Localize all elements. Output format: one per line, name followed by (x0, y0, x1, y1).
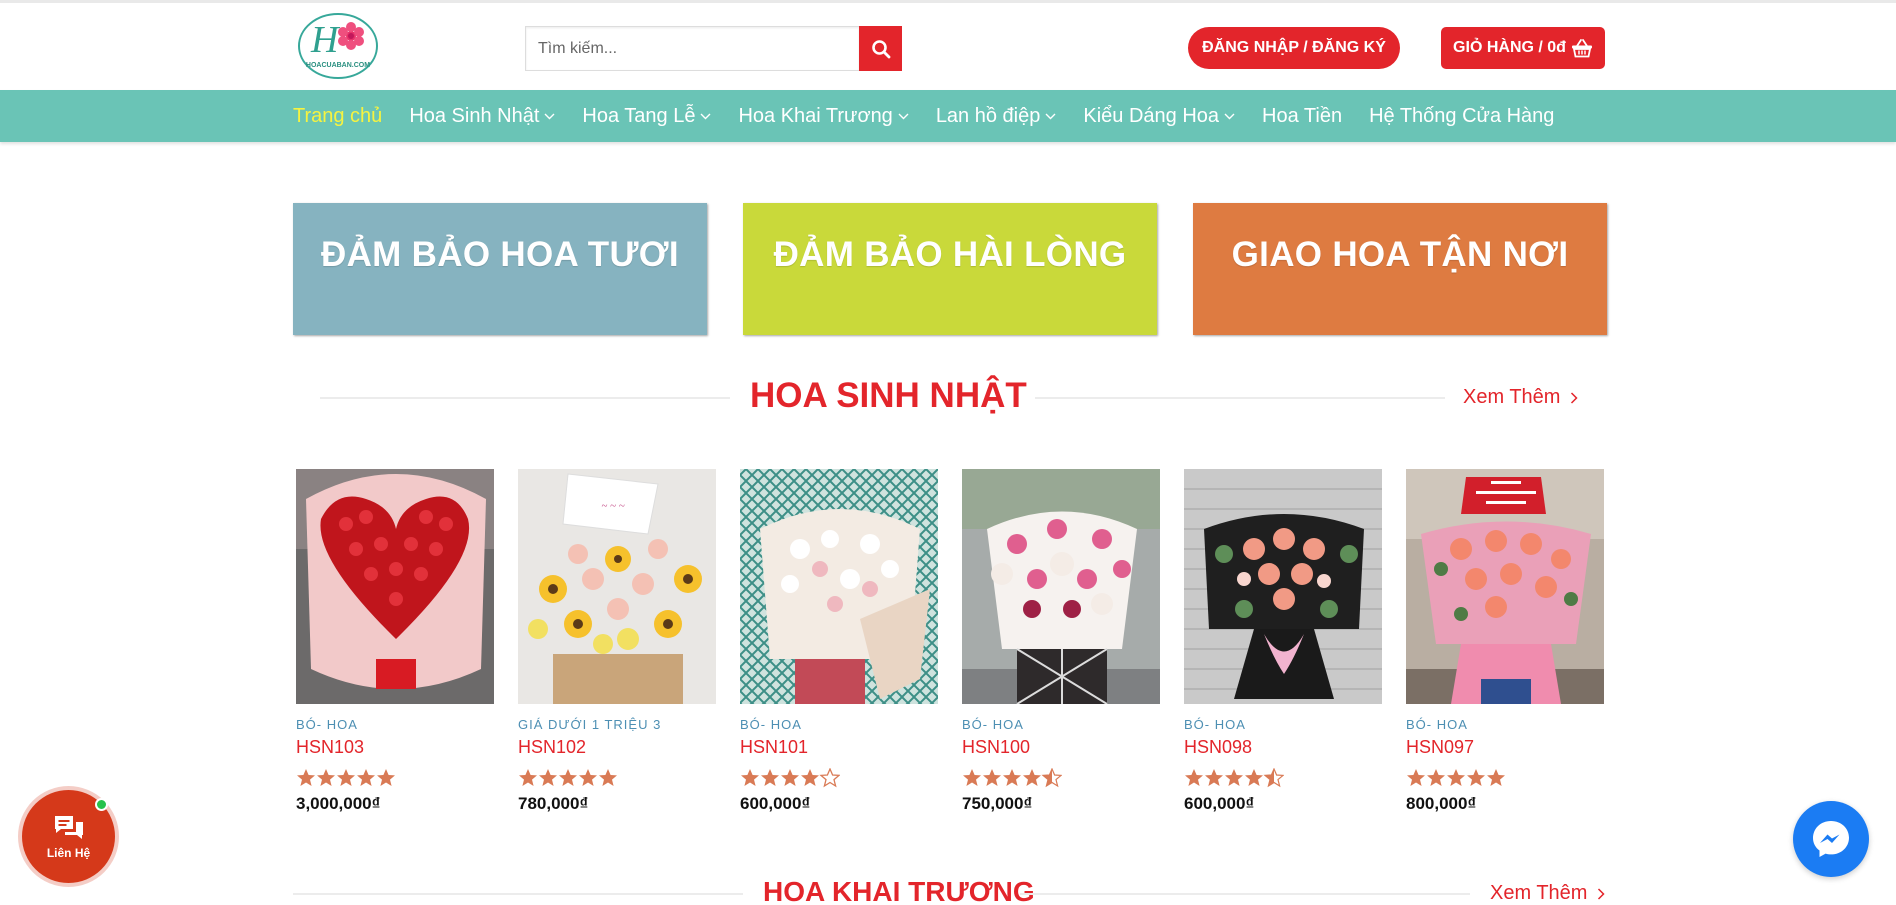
banner-satisfaction[interactable]: ĐẢM BẢO HÀI LÒNG (743, 203, 1157, 335)
product-card[interactable]: BÓ- HOA HSN103 3,000,000₫ (296, 469, 494, 814)
nav-item-orchids[interactable]: Lan hồ điệp (936, 105, 1057, 128)
search-input[interactable] (525, 26, 859, 71)
chevron-down-icon (898, 113, 909, 119)
messenger-icon (1813, 821, 1849, 857)
online-status-dot (95, 798, 108, 811)
product-name[interactable]: HSN101 (740, 737, 938, 758)
rating-stars (296, 768, 494, 790)
see-more-birthday-link[interactable]: Xem Thêm (1463, 386, 1579, 409)
product-price: 3,000,000₫ (296, 794, 381, 813)
product-image[interactable] (740, 469, 938, 704)
product-price: 780,000₫ (518, 794, 589, 813)
product-card[interactable]: ~ ~ ~ GIÁ DƯỚI 1 TRIỆU 3 HSN102 780,000₫ (518, 469, 716, 814)
chevron-right-icon (1598, 887, 1606, 900)
rating-stars (740, 768, 938, 790)
rating-stars (1406, 768, 1604, 790)
contact-label: Liên Hệ (46, 846, 91, 860)
product-category[interactable]: BÓ- HOA (962, 717, 1160, 732)
search-bar (525, 26, 902, 71)
product-name[interactable]: HSN100 (962, 737, 1160, 758)
product-image[interactable]: ~ ~ ~ (518, 469, 716, 704)
product-name[interactable]: HSN097 (1406, 737, 1604, 758)
product-card[interactable]: BÓ- HOA HSN097 800,000₫ (1406, 469, 1604, 814)
chevron-down-icon (700, 113, 711, 119)
search-button[interactable] (859, 26, 902, 71)
cart-button[interactable]: GIỎ HÀNG / 0đ (1441, 27, 1605, 69)
cart-label: GIỎ HÀNG / 0đ (1453, 39, 1566, 56)
nav-item-birthday-flowers[interactable]: Hoa Sinh Nhật (409, 105, 555, 128)
search-icon (871, 39, 890, 58)
section-divider (293, 893, 743, 895)
nav-item-funeral-flowers[interactable]: Hoa Tang Lễ (582, 105, 711, 128)
product-image[interactable] (1184, 469, 1382, 704)
section-divider (1020, 893, 1470, 895)
logo-text: HOACUABAN.COM (306, 62, 370, 69)
product-price: 750,000₫ (962, 794, 1033, 813)
product-card[interactable]: BÓ- HOA HSN098 600,000₫ (1184, 469, 1382, 814)
rating-stars (1184, 768, 1382, 790)
product-price: 600,000₫ (740, 794, 811, 813)
login-register-button[interactable]: ĐĂNG NHẬP / ĐĂNG KÝ (1188, 27, 1400, 69)
product-category[interactable]: BÓ- HOA (1406, 717, 1604, 732)
svg-text:~ ~ ~: ~ ~ ~ (601, 500, 624, 512)
product-category[interactable]: BÓ- HOA (740, 717, 938, 732)
product-category[interactable]: BÓ- HOA (296, 717, 494, 732)
login-register-label: ĐĂNG NHẬP / ĐĂNG KÝ (1202, 39, 1386, 56)
product-price: 600,000₫ (1184, 794, 1255, 813)
product-name[interactable]: HSN102 (518, 737, 716, 758)
product-image[interactable] (962, 469, 1160, 704)
svg-text:H: H (310, 19, 341, 61)
product-image[interactable] (1406, 469, 1604, 704)
nav-item-money-flowers[interactable]: Hoa Tiền (1262, 105, 1342, 128)
chevron-down-icon (1045, 113, 1056, 119)
rating-stars (518, 768, 716, 790)
product-category[interactable]: BÓ- HOA (1184, 717, 1382, 732)
product-image[interactable] (296, 469, 494, 704)
nav-item-opening-flowers[interactable]: Hoa Khai Trương (738, 105, 909, 128)
messenger-chat-button[interactable] (1793, 801, 1869, 877)
section-title-birthday: HOA SINH NHẬT (750, 376, 1027, 415)
product-card[interactable]: BÓ- HOA HSN100 750,000₫ (962, 469, 1160, 814)
product-card[interactable]: BÓ- HOA HSN101 600,000₫ (740, 469, 938, 814)
nav-item-flower-styles[interactable]: Kiểu Dáng Hoa (1083, 105, 1235, 128)
section-title-opening: HOA KHAI TRƯƠNG (763, 876, 1035, 905)
product-name[interactable]: HSN103 (296, 737, 494, 758)
basket-icon (1571, 39, 1592, 58)
nav-item-store-system[interactable]: Hệ Thống Cửa Hàng (1369, 105, 1554, 128)
product-grid: BÓ- HOA HSN103 3,000,000₫ ~ ~ ~ GIÁ DƯỚI (296, 469, 1605, 829)
chat-bubbles-icon (54, 816, 83, 839)
product-price: 800,000₫ (1406, 794, 1477, 813)
rating-stars (962, 768, 1160, 790)
section-divider (320, 397, 730, 399)
chevron-down-icon (1224, 113, 1235, 119)
banner-fresh-flowers[interactable]: ĐẢM BẢO HOA TƯƠI (293, 203, 707, 335)
chevron-down-icon (544, 113, 555, 119)
nav-item-home[interactable]: Trang chủ (293, 105, 382, 128)
product-category[interactable]: GIÁ DƯỚI 1 TRIỆU 3 (518, 717, 716, 732)
product-name[interactable]: HSN098 (1184, 737, 1382, 758)
site-logo[interactable]: H HOACUABAN.COM (297, 12, 379, 80)
banner-delivery[interactable]: GIAO HOA TẬN NƠI (1193, 203, 1607, 335)
chevron-right-icon (1571, 391, 1579, 404)
see-more-opening-link[interactable]: Xem Thêm (1490, 882, 1606, 905)
main-nav: Trang chủ Hoa Sinh Nhật Hoa Tang Lễ Hoa … (0, 90, 1896, 142)
section-divider (1035, 397, 1445, 399)
site-header: H HOACUABAN.COM ĐĂNG NHẬP / ĐĂNG KÝ GIỎ … (0, 3, 1896, 90)
contact-floating-button[interactable]: Liên Hệ (22, 790, 115, 883)
